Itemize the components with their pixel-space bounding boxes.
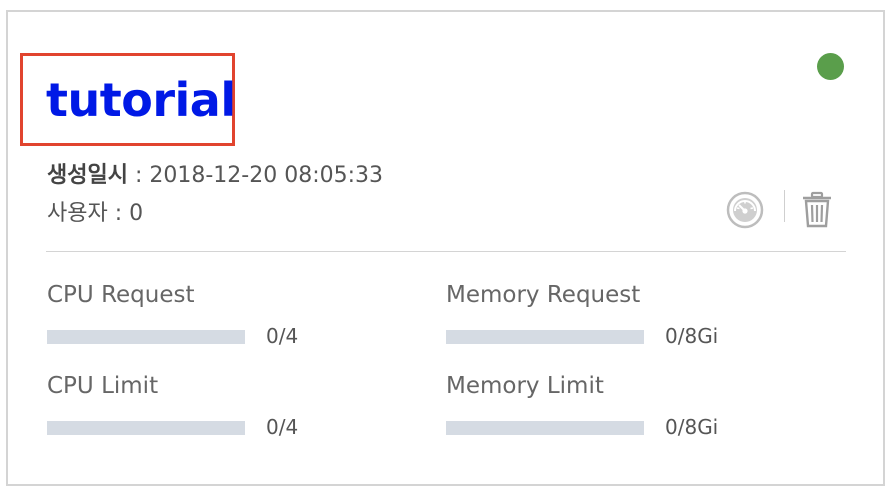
- card-title[interactable]: tutorial: [46, 70, 236, 130]
- metric-memory-request: Memory Request 0/8Gi: [446, 280, 776, 360]
- metric-value: 0/4: [266, 324, 299, 348]
- metric-label: CPU Request: [47, 282, 195, 308]
- metric-memory-limit: Memory Limit 0/8Gi: [446, 371, 776, 451]
- metric-label: Memory Limit: [446, 373, 604, 399]
- created-info: 생성일시 : 2018-12-20 08:05:33: [47, 161, 383, 191]
- metric-progress-bar: [446, 421, 644, 435]
- metric-progress-bar: [47, 421, 245, 435]
- metric-value: 0/4: [266, 415, 299, 439]
- metric-progress-bar: [446, 330, 644, 344]
- trash-icon[interactable]: [800, 190, 834, 230]
- icon-separator: [784, 190, 785, 222]
- created-separator: :: [127, 163, 150, 188]
- created-label: 생성일시: [47, 163, 128, 188]
- section-divider: [46, 251, 846, 252]
- metric-cpu-limit: CPU Limit 0/4: [47, 371, 377, 451]
- metric-cpu-request: CPU Request 0/4: [47, 280, 377, 360]
- metric-value: 0/8Gi: [665, 415, 719, 439]
- metric-progress-bar: [47, 330, 245, 344]
- gauge-icon[interactable]: [724, 190, 766, 230]
- created-value: 2018-12-20 08:05:33: [149, 163, 384, 188]
- metric-label: CPU Limit: [47, 373, 159, 399]
- metric-value: 0/8Gi: [665, 324, 719, 348]
- status-indicator: [817, 53, 844, 80]
- users-info: 사용자 : 0: [47, 201, 144, 226]
- metric-label: Memory Request: [446, 282, 641, 308]
